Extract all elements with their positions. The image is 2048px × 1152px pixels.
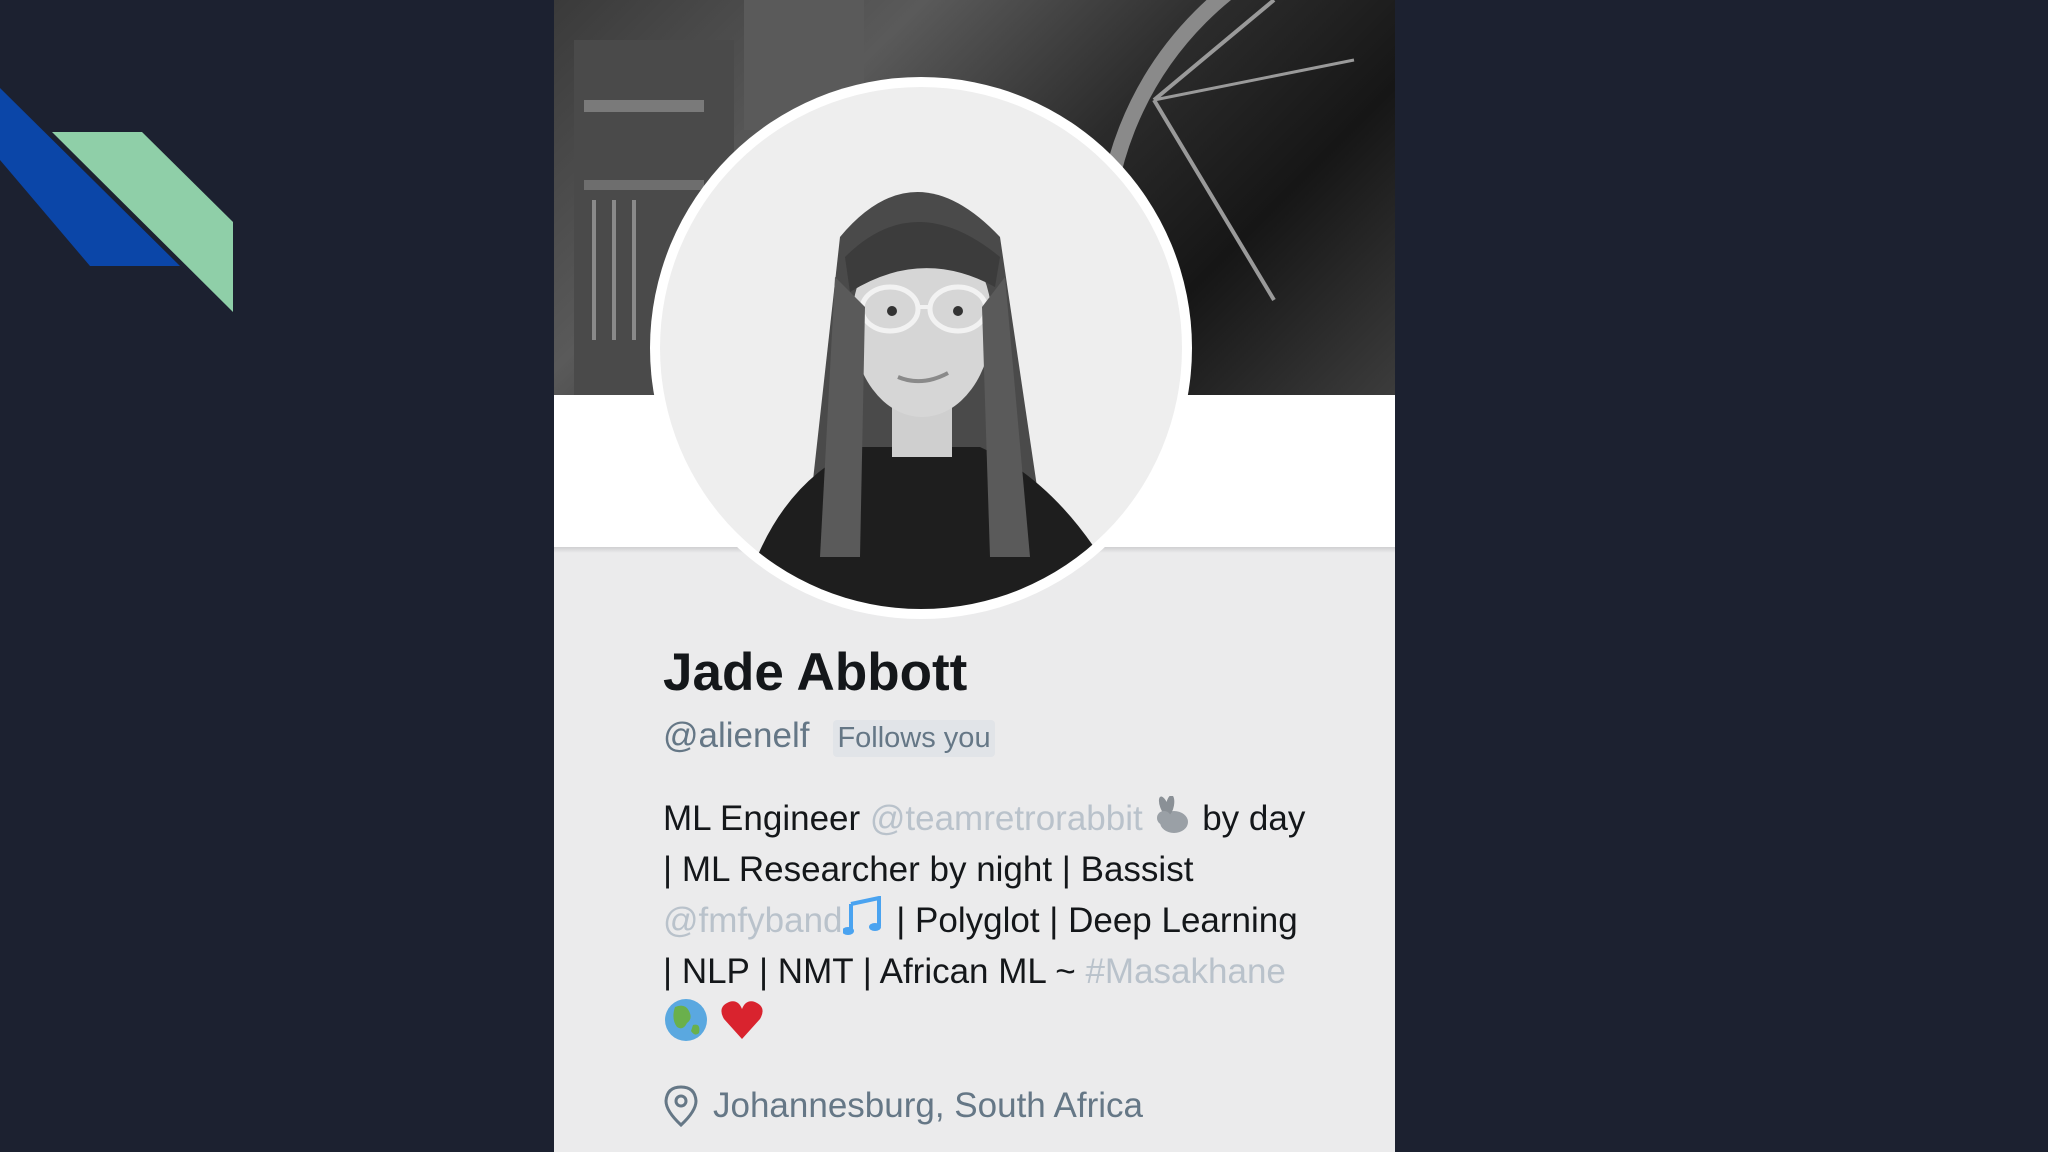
bio-line-1: ML Engineer @teamretrorabbit by day bbox=[663, 793, 1343, 844]
mention-link-fmfyband[interactable]: @fmfyband bbox=[663, 901, 843, 940]
location-text: Johannesburg, South Africa bbox=[713, 1086, 1144, 1125]
follows-you-badge: Follows you bbox=[833, 720, 995, 757]
hashtag-link-masakhane[interactable]: #Masakhane bbox=[1085, 952, 1285, 991]
mention-link-teamretrorabbit[interactable]: @teamretrorabbit bbox=[870, 799, 1143, 838]
bio-text: | Polyglot | Deep Learning bbox=[886, 901, 1298, 940]
bio-line-4: | NLP | NMT | African ML ~ #Masakhane bbox=[663, 946, 1343, 997]
handle-row: @alienelf Follows you bbox=[663, 716, 1343, 757]
rabbit-icon bbox=[1157, 796, 1189, 833]
avatar[interactable] bbox=[650, 77, 1192, 619]
profile-card: Jade Abbott @alienelf Follows you ML Eng… bbox=[554, 0, 1395, 1152]
avatar-photo bbox=[660, 87, 1182, 609]
profile-location: Johannesburg, South Africa bbox=[663, 1085, 1143, 1127]
bio-line-5 bbox=[663, 997, 1343, 1051]
bio-text: | NLP | NMT | African ML ~ bbox=[663, 952, 1086, 991]
music-notes-icon bbox=[842, 896, 881, 935]
heart-icon bbox=[721, 1001, 763, 1039]
bio-text: ML Engineer bbox=[663, 799, 870, 838]
profile-info: Jade Abbott @alienelf Follows you ML Eng… bbox=[663, 640, 1343, 1051]
bio-line-3: @fmfyband | Polyglot | Deep Learning bbox=[663, 895, 1343, 946]
profile-name: Jade Abbott bbox=[663, 643, 968, 702]
location-pin-icon bbox=[664, 1085, 698, 1127]
profile-handle[interactable]: @alienelf bbox=[663, 716, 809, 756]
globe-icon bbox=[665, 999, 707, 1041]
bio-line-2: | ML Researcher by night | Bassist bbox=[663, 850, 1194, 889]
bio-text: by day bbox=[1192, 799, 1306, 838]
decorative-stripes bbox=[0, 88, 233, 312]
profile-bio: ML Engineer @teamretrorabbit by day | ML… bbox=[663, 793, 1343, 1051]
